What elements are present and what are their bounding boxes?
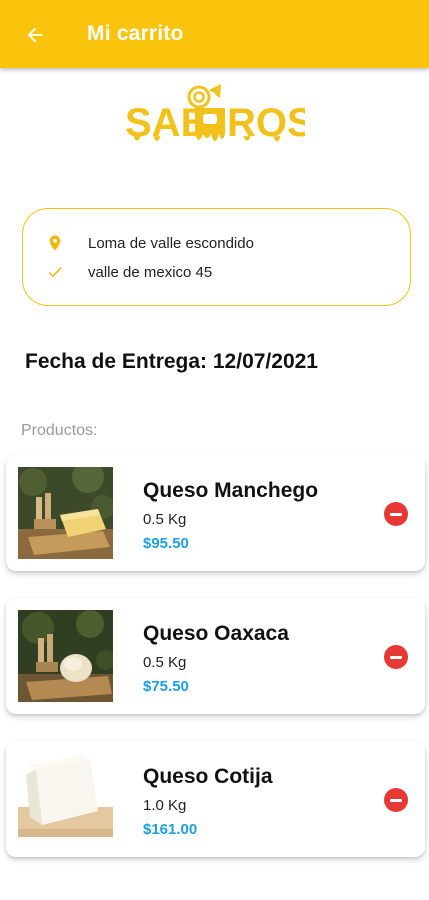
address-line-1-row: Loma de valle escondido [43, 231, 254, 255]
location-pin-icon [43, 231, 67, 255]
address-line-2: valle de mexico 45 [88, 263, 213, 281]
product-image [18, 753, 113, 845]
product-name: Queso Cotija [143, 765, 273, 788]
brand-logo: SAB ROSO [125, 84, 345, 156]
product-quantity: 1.0 Kg [143, 797, 187, 814]
app-bar: Mi carrito [0, 0, 429, 68]
product-name: Queso Manchego [143, 479, 319, 502]
product-image [18, 467, 113, 559]
address-card[interactable]: Loma de valle escondido valle de mexico … [22, 208, 411, 306]
remove-button[interactable] [384, 645, 408, 669]
product-image [18, 610, 113, 702]
product-card-manchego[interactable]: Queso Manchego 0.5 Kg $95.50 [6, 455, 425, 571]
page-title: Mi carrito [87, 22, 184, 45]
product-price: $95.50 [143, 535, 189, 552]
back-button[interactable] [20, 20, 50, 50]
svg-text:ROSO: ROSO [227, 101, 305, 145]
product-quantity: 0.5 Kg [143, 654, 187, 671]
delivery-date: Fecha de Entrega: 12/07/2021 [25, 350, 318, 373]
product-name: Queso Oaxaca [143, 622, 289, 645]
product-quantity: 0.5 Kg [143, 511, 187, 528]
remove-button[interactable] [384, 788, 408, 812]
arrow-left-icon [27, 27, 43, 43]
remove-button[interactable] [384, 502, 408, 526]
products-label: Productos: [21, 422, 98, 439]
check-icon [43, 260, 67, 284]
remove-circle-icon [390, 798, 402, 802]
product-price: $75.50 [143, 678, 189, 695]
address-line-2-row: valle de mexico 45 [43, 260, 212, 284]
remove-circle-icon [390, 512, 402, 516]
product-price: $161.00 [143, 821, 198, 838]
address-line-1: Loma de valle escondido [88, 234, 254, 252]
product-card-cotija[interactable]: Queso Cotija 1.0 Kg $161.00 [6, 741, 425, 857]
remove-circle-icon [390, 655, 402, 659]
product-card-oaxaca[interactable]: Queso Oaxaca 0.5 Kg $75.50 [6, 598, 425, 714]
